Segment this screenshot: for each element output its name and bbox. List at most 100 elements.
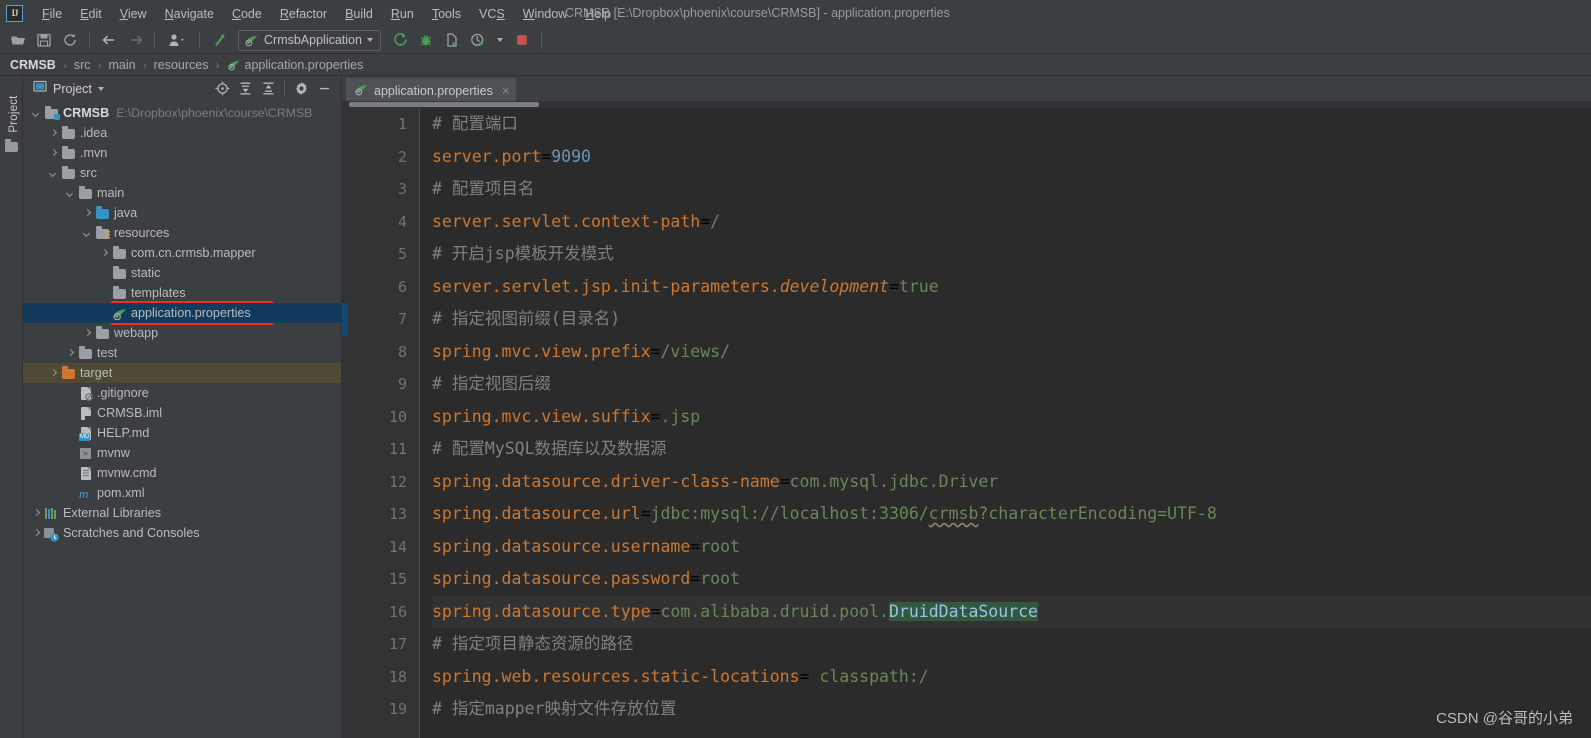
chevron-down-icon[interactable] [97, 86, 104, 91]
tree-node-target[interactable]: target [23, 363, 341, 383]
code-line[interactable]: spring.datasource.url=jdbc:mysql://local… [432, 498, 1591, 531]
editor-horizontal-scrollbar[interactable] [342, 101, 1591, 108]
profiler-icon[interactable] [466, 29, 490, 51]
breadcrumb-item-src[interactable]: src [74, 58, 91, 72]
code-line[interactable]: spring.mvc.view.suffix=.jsp [432, 401, 1591, 434]
code-line[interactable]: server.servlet.jsp.init-parameters.devel… [432, 271, 1591, 304]
stop-icon[interactable] [510, 29, 534, 51]
chevron-right-icon[interactable] [82, 328, 93, 339]
chevron-down-icon[interactable] [65, 188, 76, 199]
tree-node-com-cn-crmsb-mapper[interactable]: com.cn.crmsb.mapper [23, 243, 341, 263]
gear-icon[interactable] [291, 79, 311, 99]
menu-item-refactor[interactable]: Refactor [271, 4, 336, 24]
open-folder-icon[interactable] [6, 29, 30, 51]
code-line[interactable]: spring.web.resources.static-locations= c… [432, 661, 1591, 694]
editor-gutter[interactable]: 1 2 3 4 5 6 7 8 9 10 11 12 13 14 15 16 17 18 19 [342, 108, 420, 738]
close-icon[interactable]: × [502, 83, 510, 98]
breadcrumb-item-main[interactable]: main [109, 58, 136, 72]
breadcrumb-item-crmsb[interactable]: CRMSB [10, 58, 56, 72]
tree-node-src[interactable]: src [23, 163, 341, 183]
chevron-right-icon[interactable] [31, 528, 42, 539]
code-line[interactable]: spring.mvc.view.prefix=/views/ [432, 336, 1591, 369]
code-line[interactable]: server.port=9090 [432, 141, 1591, 174]
tree-node-crmsb-iml[interactable]: CRMSB.iml [23, 403, 341, 423]
save-icon[interactable] [32, 29, 56, 51]
tool-window-tab-project[interactable]: Project [8, 86, 20, 142]
code-line[interactable]: # 指定mapper映射文件存放位置 [432, 693, 1591, 726]
menu-item-run[interactable]: Run [382, 4, 423, 24]
editor-code[interactable]: # 配置端口 server.port=9090 # 配置项目名 server.serv… [420, 108, 1591, 738]
tree-node-external-libraries[interactable]: External Libraries [23, 503, 341, 523]
code-line[interactable]: spring.datasource.type=com.alibaba.druid… [432, 595, 1591, 628]
tree-node-test[interactable]: test [23, 343, 341, 363]
tree-node--idea[interactable]: .idea [23, 123, 341, 143]
tree-node--mvn[interactable]: .mvn [23, 143, 341, 163]
tree-node-webapp[interactable]: webapp [23, 323, 341, 343]
run-configuration-selector[interactable]: CrmsbApplication [238, 29, 381, 51]
tree-node-application-properties[interactable]: application.properties [23, 303, 341, 323]
chevron-right-icon[interactable] [65, 348, 76, 359]
chevron-right-icon[interactable] [82, 208, 93, 219]
tree-node-java[interactable]: java [23, 203, 341, 223]
menu-item-view[interactable]: View [111, 4, 156, 24]
chevron-down-icon[interactable] [48, 168, 59, 179]
scroll-from-source-icon[interactable] [212, 79, 232, 99]
menu-item-build[interactable]: Build [336, 4, 382, 24]
navigate-back-icon[interactable] [97, 29, 121, 51]
chevron-down-icon[interactable] [492, 29, 508, 51]
scrollbar-thumb[interactable] [349, 102, 539, 107]
code-token: spring.datasource.username [432, 536, 691, 556]
tree-node-static[interactable]: static [23, 263, 341, 283]
code-line[interactable]: # 配置MySQL数据库以及数据源 [432, 433, 1591, 466]
code-line[interactable]: # 配置项目名 [432, 173, 1591, 206]
code-line[interactable]: # 指定视图前缀(目录名) [432, 303, 1591, 336]
navigate-forward-icon[interactable] [123, 29, 147, 51]
tree-node-scratches-and-consoles[interactable]: Scratches and Consoles [23, 523, 341, 543]
code-line[interactable]: spring.datasource.password=root [432, 563, 1591, 596]
menu-item-vcs[interactable]: VCS [470, 4, 514, 24]
gutter-change-marker[interactable] [342, 303, 348, 336]
project-tree[interactable]: CRMSB E:\Dropbox\phoenix\course\CRMSB .ide… [23, 101, 341, 738]
code-line[interactable]: # 配置端口 [432, 108, 1591, 141]
menu-item-tools[interactable]: Tools [423, 4, 470, 24]
minimize-icon[interactable] [314, 79, 334, 99]
code-line[interactable]: # 开启jsp模板开发模式 [432, 238, 1591, 271]
chevron-down-icon[interactable] [31, 108, 42, 119]
update-project-icon[interactable] [207, 29, 231, 51]
editor-tab-application-properties[interactable]: application.properties × [346, 78, 517, 101]
expand-all-icon[interactable] [235, 79, 255, 99]
run-icon[interactable] [388, 29, 412, 51]
tree-node-templates[interactable]: templates [23, 283, 341, 303]
tree-node-help-md[interactable]: MD HELP.md [23, 423, 341, 443]
chevron-right-icon[interactable] [99, 248, 110, 259]
chevron-right-icon[interactable] [48, 128, 59, 139]
chevron-right-icon[interactable] [48, 148, 59, 159]
chevron-down-icon[interactable] [82, 228, 93, 239]
tree-node-pom-xml[interactable]: m pom.xml [23, 483, 341, 503]
tree-node-main[interactable]: main [23, 183, 341, 203]
run-with-coverage-icon[interactable] [440, 29, 464, 51]
code-line[interactable]: spring.datasource.driver-class-name=com.… [432, 466, 1591, 499]
code-line[interactable]: server.servlet.context-path=/ [432, 206, 1591, 239]
debug-bug-icon[interactable] [414, 29, 438, 51]
tree-node-mvnw[interactable]: > mvnw [23, 443, 341, 463]
code-token: # 配置MySQL数据库以及数据源 [432, 439, 667, 458]
user-profile-icon[interactable] [162, 29, 192, 51]
breadcrumb-item-resources[interactable]: resources [154, 58, 209, 72]
code-line[interactable]: spring.datasource.username=root [432, 531, 1591, 564]
menu-item-file[interactable]: File [33, 4, 71, 24]
menu-item-navigate[interactable]: Navigate [156, 4, 223, 24]
tree-node-mvnw-cmd[interactable]: mvnw.cmd [23, 463, 341, 483]
code-line[interactable]: # 指定项目静态资源的路径 [432, 628, 1591, 661]
code-line[interactable]: # 指定视图后缀 [432, 368, 1591, 401]
tree-node-resources[interactable]: resources [23, 223, 341, 243]
collapse-all-icon[interactable] [258, 79, 278, 99]
breadcrumb-item-application-properties[interactable]: application.properties [227, 58, 363, 72]
menu-item-code[interactable]: Code [223, 4, 271, 24]
chevron-right-icon[interactable] [31, 508, 42, 519]
menu-item-edit[interactable]: Edit [71, 4, 111, 24]
chevron-right-icon[interactable] [48, 368, 59, 379]
tree-node-crmsb[interactable]: CRMSB E:\Dropbox\phoenix\course\CRMSB [23, 103, 341, 123]
tree-node--gitignore[interactable]: .gitignore [23, 383, 341, 403]
sync-refresh-icon[interactable] [58, 29, 82, 51]
